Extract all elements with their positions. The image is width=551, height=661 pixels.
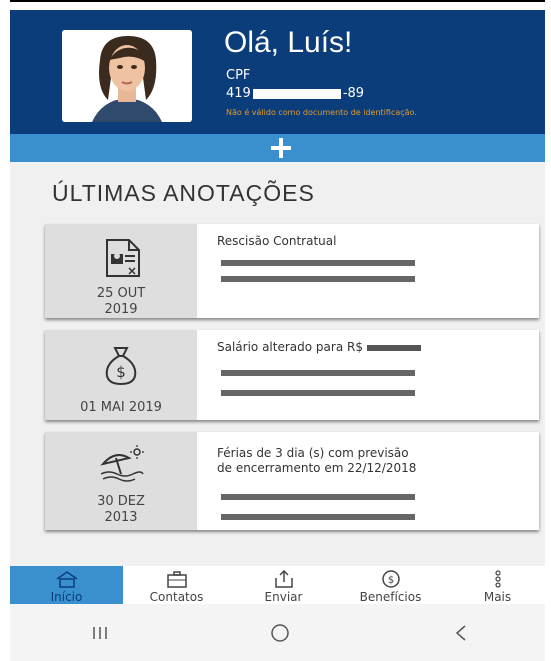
nav-item-inicio[interactable]: Início: [10, 566, 123, 604]
date-year: 2019: [104, 302, 138, 317]
dollar-circle-icon: $: [381, 570, 400, 588]
cpf-label: CPF: [226, 68, 251, 83]
card-date-panel: 30 DEZ 2013: [45, 432, 197, 530]
back-chevron-icon: [455, 624, 466, 641]
card-title: Férias de 3 dia (s) com previsão de ence…: [217, 446, 416, 476]
redacted-line: [221, 514, 415, 520]
card-body: Rescisão Contratual: [197, 224, 539, 318]
screenshot-top-border: [0, 0, 551, 10]
date-full: 01 MAI 2019: [80, 400, 162, 415]
redacted-amount: [366, 344, 421, 351]
cpf-disclaimer: Não é válido como documento de identific…: [226, 108, 417, 117]
redacted-line: [221, 390, 415, 396]
section-title: ÚLTIMAS ANOTAÇÕES: [52, 180, 315, 206]
redacted-line: [221, 494, 415, 500]
card-body: Salário alterado para R$: [197, 330, 539, 420]
add-annotation-button[interactable]: [10, 134, 551, 162]
nav-item-mais[interactable]: Mais: [444, 566, 551, 604]
house-icon: [56, 571, 77, 588]
svg-text:$: $: [116, 363, 126, 381]
home-circle-icon: [271, 623, 290, 642]
svg-text:$: $: [387, 575, 393, 586]
card-body: Férias de 3 dia (s) com previsão de ence…: [197, 432, 539, 530]
plus-icon: [270, 138, 291, 158]
home-button[interactable]: [250, 622, 310, 644]
nav-item-beneficios[interactable]: $ Benefícios: [337, 566, 444, 604]
more-dots-icon: [494, 570, 501, 588]
redacted-line: [221, 276, 415, 282]
cpf-mask: [252, 88, 341, 99]
cpf-suffix: -89: [342, 86, 365, 101]
redacted-line: [221, 260, 415, 266]
greeting-title: Olá, Luís!: [224, 26, 353, 59]
user-portrait-icon: [62, 30, 192, 122]
beach-umbrella-icon: [100, 445, 144, 482]
card-title-line2: de encerramento em 22/12/2018: [217, 461, 417, 475]
screenshot-left-border: [0, 0, 10, 661]
card-title-line1: Férias de 3 dia (s) com previsão: [217, 446, 409, 460]
system-navigation-bar: [10, 604, 551, 661]
back-button[interactable]: [431, 624, 491, 642]
nav-label: Início: [50, 590, 83, 604]
nav-item-contatos[interactable]: Contatos: [123, 566, 230, 604]
avatar[interactable]: [62, 30, 192, 122]
annotation-card[interactable]: 25 OUT 2019 Rescisão Contratual: [45, 224, 539, 318]
card-title-text: Salário alterado para R$: [217, 340, 363, 354]
card-date: 01 MAI 2019: [45, 400, 197, 416]
annotation-card[interactable]: $ 01 MAI 2019 Salário alterado para R$: [45, 330, 539, 420]
card-title: Rescisão Contratual: [217, 234, 337, 248]
recent-apps-button[interactable]: [70, 625, 130, 641]
nav-label: Enviar: [264, 590, 303, 604]
nav-item-enviar[interactable]: Enviar: [230, 566, 337, 604]
date-day-month: 30 DEZ: [97, 494, 145, 509]
bottom-navigation: Início Contatos Enviar $ Benefícios Mais: [10, 566, 551, 604]
cpf-prefix: 419: [226, 86, 251, 101]
cpf-value: 419 -89: [226, 86, 364, 101]
redacted-line: [221, 370, 415, 376]
card-date-panel: 25 OUT 2019: [45, 224, 197, 318]
recent-apps-icon: [93, 626, 107, 639]
screenshot-right-border: [545, 0, 551, 661]
nav-label: Mais: [483, 590, 512, 604]
card-date-panel: $ 01 MAI 2019: [45, 330, 197, 420]
profile-header: Olá, Luís! CPF 419 -89 Não é válido como…: [10, 10, 545, 134]
money-bag-icon: $: [105, 347, 137, 386]
upload-icon: [274, 570, 293, 588]
date-year: 2013: [104, 510, 138, 525]
nav-label: Benefícios: [359, 590, 422, 604]
card-date: 25 OUT 2019: [45, 286, 197, 318]
briefcase-icon: [166, 571, 187, 588]
annotation-card[interactable]: 30 DEZ 2013 Férias de 3 dia (s) com prev…: [45, 432, 539, 530]
card-date: 30 DEZ 2013: [45, 494, 197, 526]
card-title: Salário alterado para R$: [217, 340, 421, 355]
nav-label: Contatos: [149, 590, 204, 604]
date-day-month: 25 OUT: [96, 286, 146, 301]
contract-document-icon: [106, 239, 140, 277]
